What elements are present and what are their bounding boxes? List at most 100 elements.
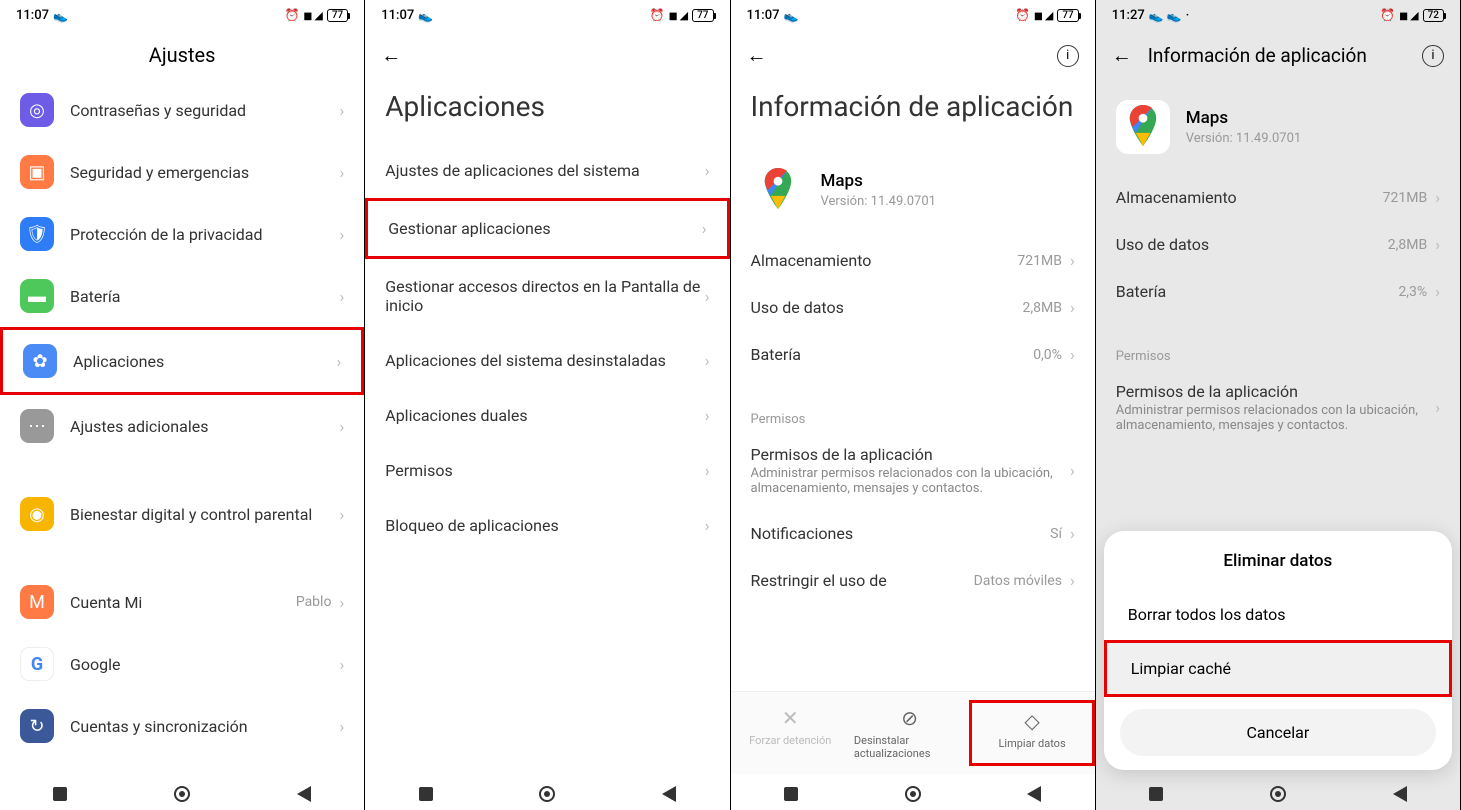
stat-value: 2,3% (1398, 284, 1427, 300)
back-arrow-icon[interactable]: ← (1112, 43, 1132, 68)
settings-item[interactable]: M Cuenta Mi Pablo (0, 571, 364, 633)
nav-home-icon[interactable] (539, 786, 555, 802)
panel-app-info: 11:07 👟 77 ← i Información de aplicación… (731, 0, 1096, 810)
app-info-list[interactable]: Maps Versión: 11.49.0701 Almacenamiento … (731, 143, 1095, 691)
nav-back-icon[interactable] (1393, 786, 1407, 802)
settings-item[interactable]: ⋯ Ajustes adicionales (0, 395, 364, 457)
header: ← i (731, 31, 1095, 80)
chevron-icon (1070, 524, 1075, 543)
chevron-icon (1070, 461, 1075, 480)
alarm-icon (284, 8, 299, 23)
back-arrow-icon[interactable]: ← (381, 43, 401, 68)
nav-home-icon[interactable] (905, 786, 921, 802)
item-label: Bloqueo de aplicaciones (385, 516, 704, 535)
uninstall-button[interactable]: ⊘ Desinstalar actualizaciones (850, 700, 969, 766)
settings-item[interactable]: ▣ Seguridad y emergencias (0, 141, 364, 203)
chevron-icon (339, 417, 344, 436)
restrict-item[interactable]: Restringir el uso de Datos móviles (731, 557, 1095, 604)
settings-item[interactable]: ↻ Cuentas y sincronización (0, 695, 364, 757)
apps-item[interactable]: Ajustes de aplicaciones del sistema (365, 143, 729, 198)
force-stop-label: Forzar detención (749, 734, 831, 747)
apps-item[interactable]: Aplicaciones duales (365, 388, 729, 443)
app-permissions-item[interactable]: Permisos de la aplicación Administrar pe… (731, 431, 1095, 510)
prohibit-icon: ⊘ (901, 706, 918, 730)
stat-item[interactable]: Batería 0,0% (731, 331, 1095, 378)
info-icon[interactable]: i (1057, 45, 1079, 67)
dot: · (1186, 8, 1190, 23)
page-title: Ajustes (16, 43, 348, 67)
stat-item[interactable]: Almacenamiento 721MB (731, 237, 1095, 284)
stat-item[interactable]: Uso de datos 2,8MB (731, 284, 1095, 331)
status-bar: 11:07 👟 77 (0, 0, 364, 31)
nav-bar (365, 774, 729, 810)
apps-item[interactable]: Gestionar accesos directos en la Pantall… (365, 259, 729, 333)
notif-value: Sí (1050, 526, 1062, 542)
wifi-icon (1410, 8, 1418, 23)
page-title: Información de aplicación (1148, 44, 1367, 67)
settings-item[interactable]: ◎ Contraseñas y seguridad (0, 79, 364, 141)
nav-back-icon[interactable] (1027, 786, 1041, 802)
clear-data-label: Limpiar datos (998, 737, 1065, 750)
apps-item[interactable]: Permisos (365, 443, 729, 498)
app-header: Maps Versión: 11.49.0701 (731, 143, 1095, 237)
nav-recents-icon[interactable] (53, 787, 67, 801)
status-time: 11:07 (16, 8, 49, 23)
settings-item[interactable]: ▬ Batería (0, 265, 364, 327)
nav-back-icon[interactable] (297, 786, 311, 802)
header: ← (365, 31, 729, 80)
chevron-icon (336, 352, 341, 371)
item-icon: ⋯ (20, 409, 54, 443)
item-label: Gestionar accesos directos en la Pantall… (385, 277, 704, 315)
nav-recents-icon[interactable] (419, 787, 433, 801)
stat-item[interactable]: Batería 2,3% (1096, 268, 1460, 315)
item-label: Aplicaciones duales (385, 406, 704, 425)
restrict-label: Restringir el uso de (751, 571, 974, 590)
wifi-icon (314, 8, 322, 23)
apps-list[interactable]: Ajustes de aplicaciones del sistema Gest… (365, 143, 729, 774)
signal-icon (303, 8, 310, 23)
alarm-icon (1380, 8, 1395, 23)
settings-list[interactable]: ◎ Contraseñas y seguridad ▣ Seguridad y … (0, 79, 364, 774)
battery-icon: 77 (327, 9, 348, 22)
battery-icon: 77 (692, 9, 713, 22)
apps-item[interactable]: Bloqueo de aplicaciones (365, 498, 729, 553)
apps-item[interactable]: Aplicaciones del sistema desinstaladas (365, 333, 729, 388)
shoe-icon: 👟 (418, 9, 433, 23)
item-icon: ▬ (20, 279, 54, 313)
back-arrow-icon[interactable]: ← (747, 43, 767, 68)
nav-home-icon[interactable] (174, 786, 190, 802)
stat-label: Uso de datos (751, 298, 1023, 317)
bottom-actions: ✕ Forzar detención ⊘ Desinstalar actuali… (731, 691, 1095, 774)
notif-label: Notificaciones (751, 524, 1051, 543)
nav-back-icon[interactable] (662, 786, 676, 802)
notifications-item[interactable]: Notificaciones Sí (731, 510, 1095, 557)
stat-item[interactable]: Almacenamiento 721MB (1096, 174, 1460, 221)
nav-recents-icon[interactable] (784, 787, 798, 801)
stat-item[interactable]: Uso de datos 2,8MB (1096, 221, 1460, 268)
clear-all-data-option[interactable]: Borrar todos los datos (1104, 589, 1452, 640)
chevron-icon (705, 461, 710, 480)
force-stop-button: ✕ Forzar detención (731, 700, 850, 766)
wifi-icon (680, 8, 688, 23)
settings-item[interactable]: G Google (0, 633, 364, 695)
nav-home-icon[interactable] (1270, 786, 1286, 802)
clear-cache-option[interactable]: Limpiar caché (1104, 640, 1452, 697)
status-time: 11:27 (1112, 8, 1145, 23)
item-label: Cuentas y sincronización (70, 717, 339, 736)
clear-data-button[interactable]: ◇ Limpiar datos (969, 700, 1094, 766)
cancel-button[interactable]: Cancelar (1120, 709, 1436, 756)
page-title: Aplicaciones (365, 80, 729, 143)
nav-recents-icon[interactable] (1149, 787, 1163, 801)
info-icon[interactable]: i (1422, 45, 1444, 67)
item-icon: ▣ (20, 155, 54, 189)
settings-item[interactable]: ✿ Aplicaciones (0, 327, 364, 395)
app-name: Maps (821, 171, 936, 191)
signal-icon (1034, 8, 1041, 23)
settings-item[interactable]: 🛡 Protección de la privacidad (0, 203, 364, 265)
apps-item[interactable]: Gestionar aplicaciones (365, 198, 729, 259)
chevron-icon (705, 516, 710, 535)
chevron-icon (705, 351, 710, 370)
status-bar: 11:27 👟 👟 · 72 (1096, 0, 1460, 31)
settings-item[interactable]: ◉ Bienestar digital y control parental (0, 483, 364, 545)
permissions-sublabel: Administrar permisos relacionados con la… (751, 466, 1070, 496)
